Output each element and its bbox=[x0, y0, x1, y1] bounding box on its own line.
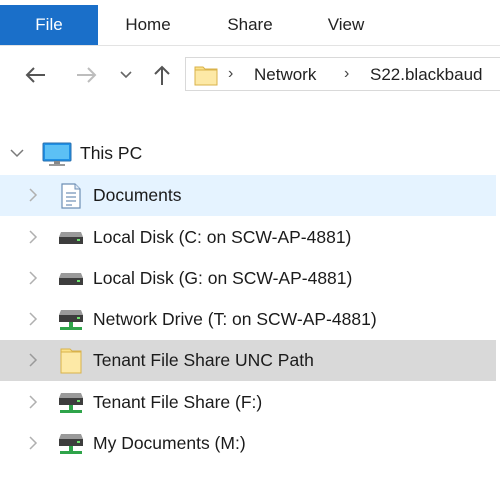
breadcrumb-server[interactable]: S22.blackbaud bbox=[370, 65, 482, 85]
network-drive-icon bbox=[59, 393, 83, 413]
drive-icon bbox=[59, 273, 83, 285]
tree-item-label: My Documents (M:) bbox=[93, 433, 246, 453]
arrow-up-icon bbox=[154, 65, 170, 85]
tab-view[interactable]: View bbox=[302, 5, 390, 45]
tab-share[interactable]: Share bbox=[206, 5, 294, 45]
tab-file[interactable]: File bbox=[0, 5, 98, 45]
tree-item-tenant-file-share-f[interactable]: Tenant File Share (F:) bbox=[0, 382, 496, 423]
arrow-left-icon bbox=[25, 67, 45, 83]
tree-item-local-disk-g[interactable]: Local Disk (G: on SCW-AP-4881) bbox=[0, 258, 496, 299]
tree-item-label: Network Drive (T: on SCW-AP-4881) bbox=[93, 309, 377, 329]
forward-button[interactable] bbox=[72, 58, 102, 92]
chevron-right-icon[interactable] bbox=[28, 230, 38, 244]
chevron-right-icon[interactable] bbox=[28, 312, 38, 326]
tab-home[interactable]: Home bbox=[104, 5, 192, 45]
tree-item-network-drive-t[interactable]: Network Drive (T: on SCW-AP-4881) bbox=[0, 299, 496, 340]
tree-item-local-disk-c[interactable]: Local Disk (C: on SCW-AP-4881) bbox=[0, 217, 496, 258]
network-drive-icon bbox=[59, 310, 83, 330]
tree-item-label: This PC bbox=[80, 143, 143, 163]
chevron-right-icon[interactable] bbox=[28, 353, 38, 367]
up-button[interactable] bbox=[148, 58, 176, 92]
tree-item-label: Local Disk (C: on SCW-AP-4881) bbox=[93, 227, 352, 247]
chevron-right-icon[interactable] bbox=[28, 271, 38, 285]
drive-icon bbox=[59, 232, 83, 244]
breadcrumb-separator-icon: › bbox=[344, 65, 350, 82]
chevron-right-icon[interactable] bbox=[28, 436, 38, 450]
chevron-expanded-icon[interactable] bbox=[10, 148, 24, 158]
folder-icon bbox=[194, 66, 218, 86]
ribbon: File Home Share View bbox=[0, 0, 500, 46]
tree-item-this-pc[interactable]: This PC bbox=[0, 133, 496, 174]
chevron-right-icon[interactable] bbox=[28, 188, 38, 202]
computer-icon bbox=[42, 142, 72, 166]
tree-item-documents[interactable]: Documents bbox=[0, 175, 496, 216]
tree-item-label: Tenant File Share (F:) bbox=[93, 392, 263, 412]
documents-icon bbox=[61, 183, 81, 209]
chevron-right-icon[interactable] bbox=[28, 395, 38, 409]
arrow-right-icon bbox=[77, 67, 97, 83]
tree-item-tenant-file-share-unc[interactable]: Tenant File Share UNC Path bbox=[0, 340, 496, 381]
back-button[interactable] bbox=[20, 58, 50, 92]
breadcrumb-separator-icon: › bbox=[228, 65, 234, 82]
recent-locations-button[interactable] bbox=[116, 58, 136, 92]
breadcrumb-network[interactable]: Network bbox=[254, 65, 316, 85]
folder-icon bbox=[60, 348, 82, 374]
tree-item-label: Tenant File Share UNC Path bbox=[93, 350, 314, 370]
address-bar[interactable]: › Network › S22.blackbaud bbox=[185, 57, 500, 91]
chevron-down-icon bbox=[120, 71, 132, 79]
network-drive-icon bbox=[59, 434, 83, 454]
tree-item-label: Documents bbox=[93, 185, 182, 205]
tree-item-my-documents-m[interactable]: My Documents (M:) bbox=[0, 423, 496, 464]
ribbon-divider bbox=[0, 45, 500, 46]
tree-item-label: Local Disk (G: on SCW-AP-4881) bbox=[93, 268, 353, 288]
